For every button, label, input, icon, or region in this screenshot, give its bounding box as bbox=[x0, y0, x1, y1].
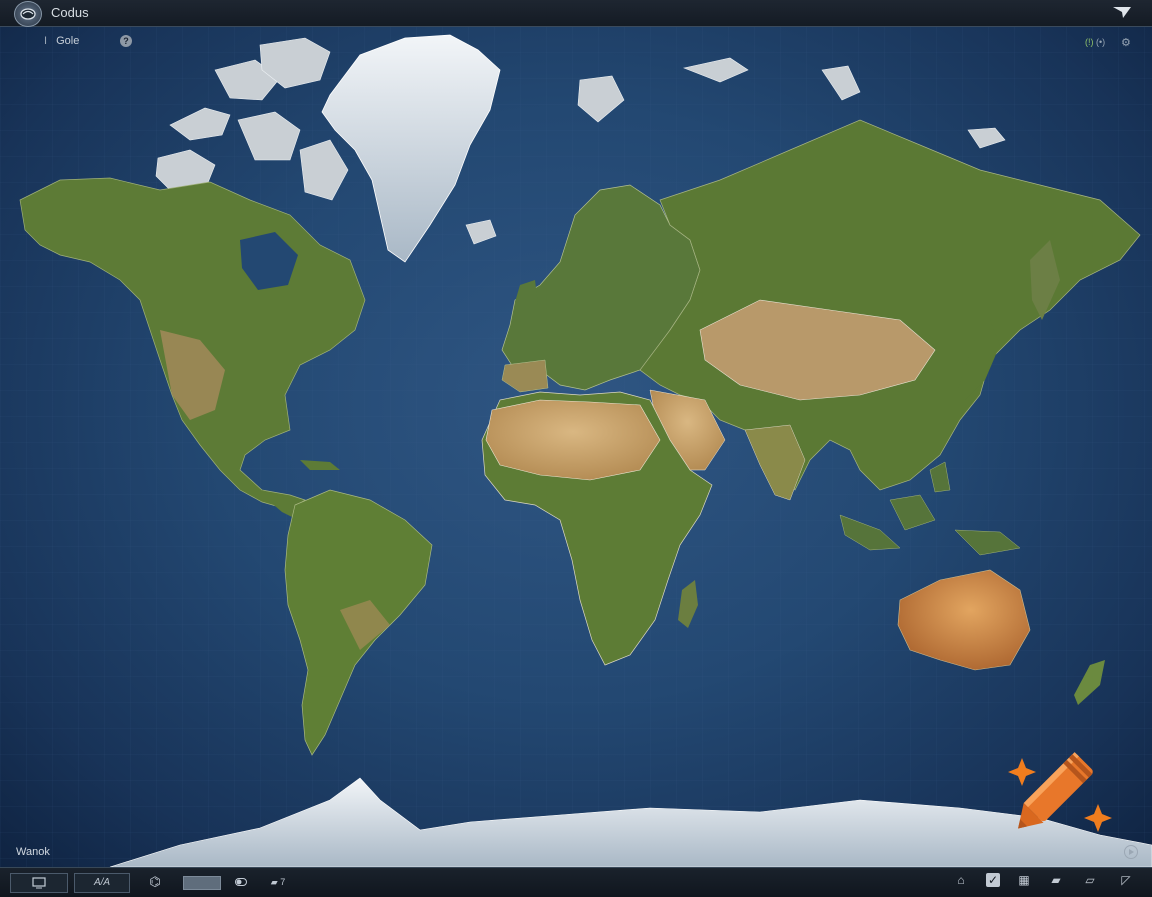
compass-icon[interactable]: ⌬ bbox=[144, 873, 166, 891]
play-icon[interactable] bbox=[1124, 845, 1138, 859]
help-icon[interactable]: ? bbox=[120, 35, 132, 47]
gear-icon[interactable]: ⚙ bbox=[1121, 36, 1131, 49]
pointer-icon[interactable]: ◸ bbox=[1119, 873, 1133, 887]
indicator-primary: (!) bbox=[1085, 37, 1094, 47]
frame-tool-button[interactable] bbox=[10, 873, 68, 893]
indicator-secondary: (•) bbox=[1096, 37, 1106, 47]
eraser-icon[interactable]: ▱ bbox=[1083, 873, 1097, 887]
search-field[interactable]: I Gole bbox=[44, 35, 79, 47]
search-value: Gole bbox=[56, 35, 80, 47]
world-map[interactable] bbox=[0, 27, 1152, 867]
opacity-slider[interactable] bbox=[183, 876, 221, 890]
status-indicators[interactable]: (!) (•) bbox=[1085, 37, 1105, 47]
status-label: Wanok bbox=[16, 846, 50, 858]
check-icon[interactable]: ✓ bbox=[986, 873, 1000, 887]
search-separator: I bbox=[44, 35, 48, 47]
tag-icon[interactable]: ▰ bbox=[1049, 873, 1063, 887]
text-tool-button[interactable]: A/A bbox=[74, 873, 130, 893]
building-icon[interactable]: ⌂ bbox=[954, 873, 968, 887]
toggle-icon[interactable] bbox=[232, 873, 250, 891]
title-bar: Codus bbox=[0, 0, 1152, 27]
crayon-icon bbox=[992, 738, 1122, 863]
layers-button[interactable]: ▰ 7 bbox=[264, 873, 292, 891]
globe-logo-icon[interactable] bbox=[14, 1, 42, 27]
app-title: Codus bbox=[51, 5, 89, 20]
bottom-toolbar: A/A ⌬ ▰ 7 bbox=[0, 867, 1152, 897]
calculator-icon[interactable]: ▦ bbox=[1017, 873, 1031, 887]
sahara bbox=[485, 399, 661, 481]
arrow-corner-icon[interactable] bbox=[1112, 5, 1132, 24]
